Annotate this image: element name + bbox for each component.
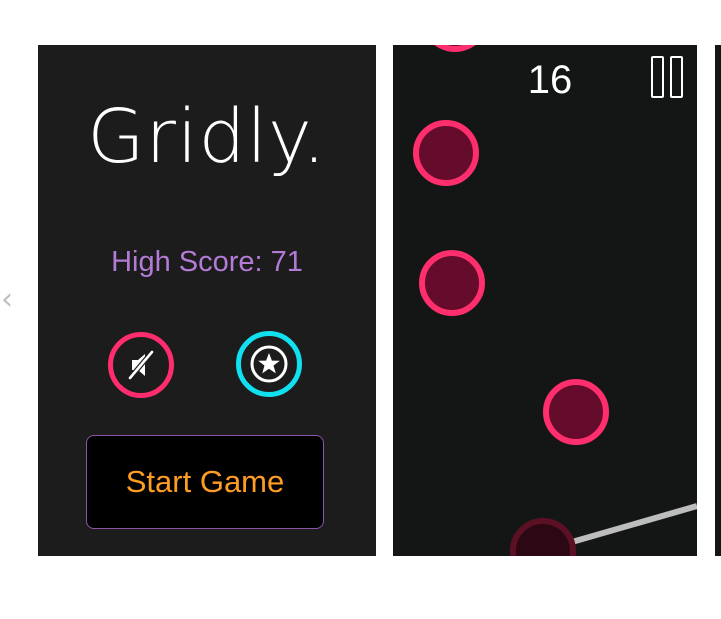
next-screenshot-edge — [715, 45, 721, 556]
leaderboard-button[interactable] — [236, 331, 302, 397]
aim-line — [564, 503, 697, 547]
score-counter: 16 — [527, 58, 573, 102]
mute-button[interactable] — [108, 332, 174, 398]
pause-icon — [651, 56, 664, 98]
pause-icon — [670, 56, 683, 98]
star-icon — [250, 345, 288, 383]
start-game-button[interactable]: Start Game — [86, 435, 324, 529]
speaker-muted-icon — [127, 349, 155, 381]
gameplay-screenshot: 16 — [393, 45, 697, 556]
screenshot-gallery: ‹ Gridly. High Score: 71 Start Game 16 — [0, 0, 721, 619]
high-score-text: High Score: 71 — [111, 246, 303, 278]
app-title: Gridly. — [87, 94, 327, 180]
previous-screenshot-arrow-icon[interactable]: ‹ — [0, 284, 14, 316]
menu-screenshot: Gridly. High Score: 71 Start Game — [38, 45, 376, 556]
pause-button[interactable] — [651, 55, 689, 103]
